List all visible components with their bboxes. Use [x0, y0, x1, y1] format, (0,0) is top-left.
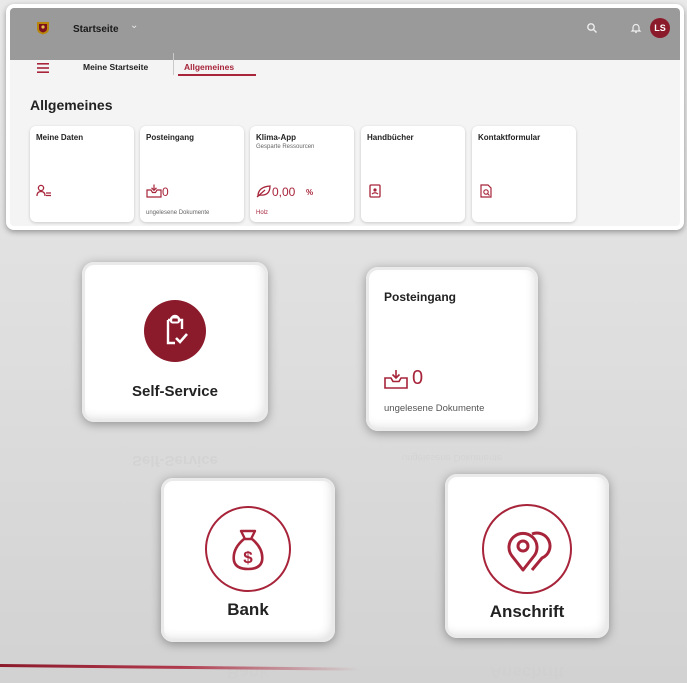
anschrift-reflection: Anschrift — [489, 663, 565, 682]
chevron-down-icon[interactable]: ⌄ — [130, 20, 138, 31]
avatar[interactable]: LS — [650, 18, 670, 38]
tile-title: Posteingang — [146, 133, 195, 142]
app-screenshot: Startseite ⌄ LS Meine Startseite Allgeme… — [6, 4, 684, 230]
tab-divider — [173, 53, 174, 75]
location-pin-icon — [482, 504, 572, 594]
tile-subtitle: Gesparte Ressourcen — [256, 144, 315, 150]
self-service-label: Self-Service — [132, 383, 218, 400]
tab-meine-startseite[interactable]: Meine Startseite — [83, 62, 148, 72]
self-service-reflection: Self-Service — [132, 452, 218, 469]
tab-allgemeines[interactable]: Allgemeines — [184, 62, 234, 72]
clipboard-check-icon — [144, 300, 206, 362]
tile-meine-daten[interactable]: Meine Daten — [30, 126, 134, 222]
active-tab-indicator — [178, 74, 256, 76]
tile-posteingang[interactable]: Posteingang 0 ungelesene Dokumente — [140, 126, 244, 222]
section-title: Allgemeines — [30, 97, 113, 113]
tile-title: Klima-App — [256, 133, 296, 142]
inbox-icon — [146, 184, 162, 198]
tile-footer: ungelesene Dokumente — [146, 210, 210, 216]
inbox-icon — [384, 370, 408, 389]
tile-kontaktformular[interactable]: Kontaktformular — [472, 126, 576, 222]
tile-title: Kontaktformular — [478, 133, 541, 142]
posteingang-title: Posteingang — [384, 290, 457, 304]
tile-handbuecher[interactable]: Handbücher — [361, 126, 465, 222]
self-service-tile[interactable]: Self-Service — [82, 262, 268, 422]
money-bag-icon: $ — [205, 506, 291, 592]
posteingang-count: 0 — [412, 367, 424, 389]
contact-form-icon — [480, 184, 492, 198]
tile-title: Meine Daten — [36, 133, 84, 142]
tile-klima-app[interactable]: Klima-App Gesparte Ressourcen 0,00 % Hol… — [250, 126, 354, 222]
user-list-icon — [36, 184, 51, 197]
tile-value: 0 — [162, 185, 169, 199]
leaf-icon — [256, 185, 271, 198]
search-icon[interactable] — [586, 22, 598, 34]
bank-tile[interactable]: $ Bank — [161, 478, 335, 642]
tile-value: 0,00 — [272, 185, 296, 199]
posteingang-footer: ungelesene Dokumente — [384, 403, 485, 414]
anschrift-tile[interactable]: Anschrift — [445, 474, 609, 638]
tile-title: Handbücher — [367, 133, 414, 142]
tile-unit: % — [306, 188, 314, 197]
anschrift-label: Anschrift — [489, 602, 565, 621]
tile-footer: Holz — [256, 210, 269, 216]
top-bar: Startseite ⌄ LS — [10, 8, 680, 60]
coat-of-arms-icon — [37, 22, 49, 35]
posteingang-tile[interactable]: Posteingang 0 ungelesene Dokumente — [366, 267, 538, 431]
app-title[interactable]: Startseite — [73, 24, 119, 35]
bell-icon[interactable] — [630, 22, 642, 34]
manual-icon — [369, 184, 381, 198]
hamburger-menu-icon[interactable] — [37, 63, 49, 73]
bank-label: Bank — [227, 600, 269, 619]
posteingang-reflection: ungelesene Dokumente — [401, 452, 503, 463]
svg-text:$: $ — [243, 548, 253, 567]
